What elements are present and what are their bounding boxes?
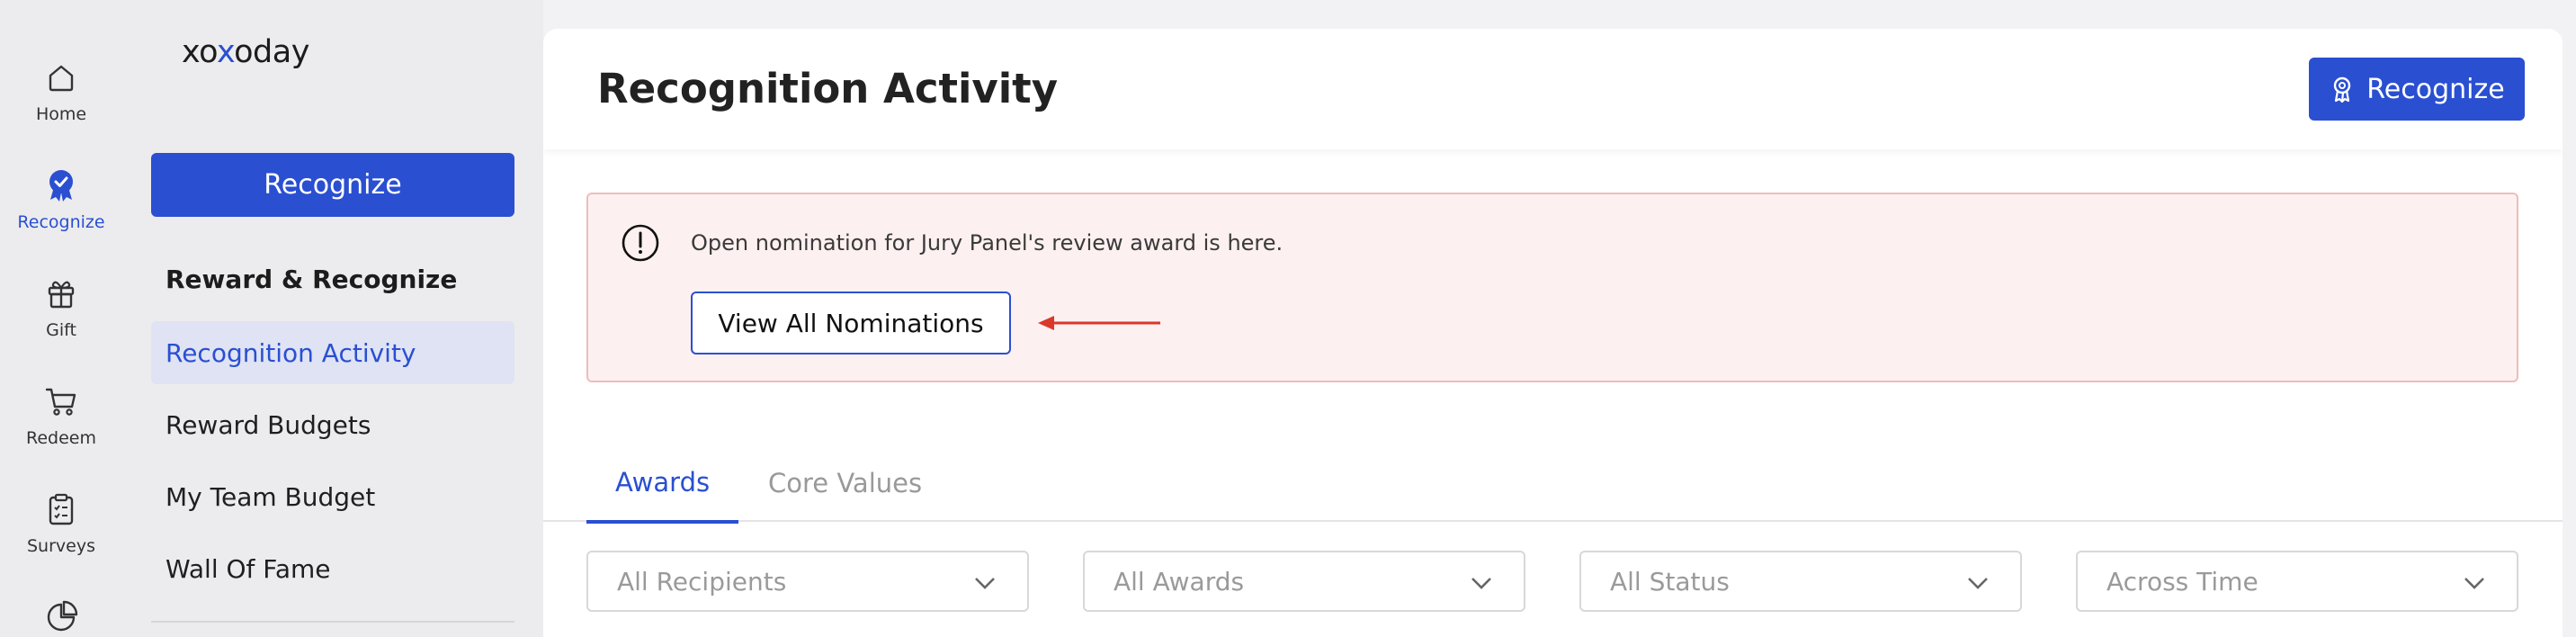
header-recognize-label: Recognize [2366, 73, 2505, 105]
rail-item-surveys[interactable]: Surveys [0, 489, 122, 556]
icon-rail: Home Recognize Gift Redeem Surveys [0, 0, 122, 637]
arrow-left-icon [1038, 316, 1160, 330]
header-recognize-button[interactable]: Recognize [2309, 58, 2525, 121]
rail-label: Surveys [27, 536, 95, 556]
filter-placeholder: Across Time [2106, 566, 2258, 597]
rail-item-redeem[interactable]: Redeem [0, 381, 122, 448]
rail-label: Redeem [26, 428, 96, 448]
sidebar-item-my-team-budget[interactable]: My Team Budget [151, 465, 514, 528]
view-all-nominations-button[interactable]: View All Nominations [691, 292, 1011, 354]
clipboard-icon [49, 493, 74, 525]
sidebar-item-recognition-activity[interactable]: Recognition Activity [151, 321, 514, 384]
time-filter-dropdown[interactable]: Across Time [2076, 551, 2518, 612]
logo-x: x [216, 34, 235, 70]
rail-item-analytics[interactable] [0, 597, 122, 637]
home-icon [49, 65, 74, 92]
sidebar: xoxoday Recognize Reward & Recognize Rec… [122, 0, 543, 637]
sidebar-divider [151, 621, 514, 623]
tab-core-values[interactable]: Core Values [739, 444, 951, 522]
filter-placeholder: All Status [1610, 566, 1730, 597]
rail-label: Recognize [17, 212, 105, 232]
rail-label: Gift [46, 320, 76, 340]
filter-placeholder: All Recipients [617, 566, 787, 597]
logo-text: oday [234, 34, 309, 70]
sidebar-item-wall-of-fame[interactable]: Wall Of Fame [151, 537, 514, 600]
cart-icon [45, 388, 76, 416]
page-header: Recognition Activity Recognize [543, 29, 2563, 149]
logo-text: xo [182, 34, 217, 70]
pie-chart-icon [47, 600, 78, 632]
award-ribbon-icon [2334, 76, 2351, 103]
filter-placeholder: All Awards [1114, 566, 1245, 597]
sidebar-item-reward-budgets[interactable]: Reward Budgets [151, 393, 514, 456]
page-title: Recognition Activity [597, 65, 1059, 112]
rail-label: Home [35, 104, 87, 124]
chevron-down-icon [2464, 578, 2484, 589]
awards-filter-dropdown[interactable]: All Awards [1083, 551, 1525, 612]
exclamation-circle-icon [622, 224, 659, 262]
nomination-alert: Open nomination for Jury Panel's review … [586, 193, 2518, 382]
rail-item-home[interactable]: Home [0, 58, 122, 124]
sidebar-section-heading: Reward & Recognize [165, 265, 458, 294]
recognize-badge-icon [49, 170, 73, 202]
tab-awards[interactable]: Awards [586, 444, 739, 524]
sidebar-recognize-button[interactable]: Recognize [151, 153, 514, 217]
tab-bar: Awards Core Values [543, 444, 2563, 524]
status-filter-dropdown[interactable]: All Status [1579, 551, 2022, 612]
main-panel: Recognition Activity Recognize Open nomi… [543, 29, 2563, 637]
chevron-down-icon [975, 578, 995, 589]
xoxoday-logo[interactable]: xoxoday [182, 34, 309, 70]
rail-item-recognize[interactable]: Recognize [0, 166, 122, 232]
chevron-down-icon [1471, 578, 1491, 589]
chevron-down-icon [1968, 578, 1988, 589]
gift-icon [48, 281, 75, 309]
alert-message: Open nomination for Jury Panel's review … [691, 230, 1284, 256]
rail-item-gift[interactable]: Gift [0, 274, 122, 340]
recipients-filter-dropdown[interactable]: All Recipients [586, 551, 1029, 612]
